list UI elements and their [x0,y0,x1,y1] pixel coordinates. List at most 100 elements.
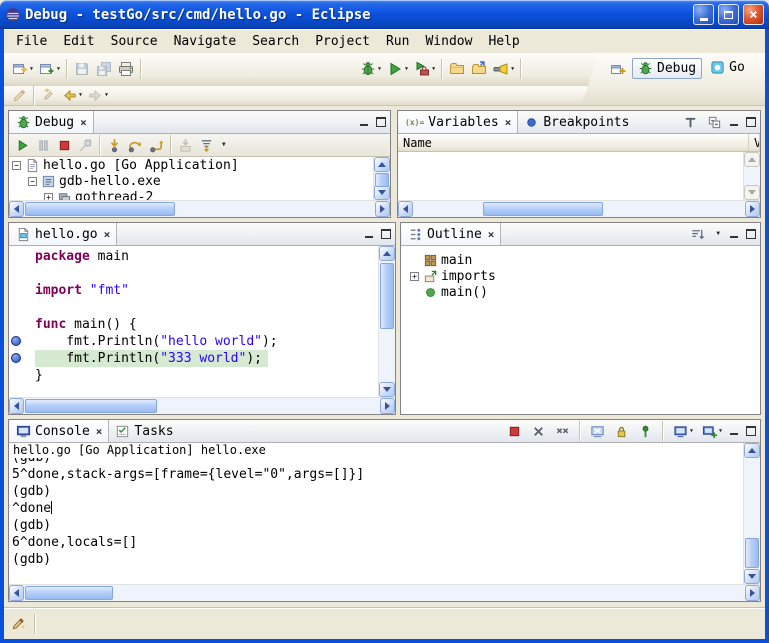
step-over-button[interactable] [125,135,146,156]
collapse-all-button[interactable] [704,112,725,133]
collapse-expander[interactable]: − [28,177,37,186]
minimize-view-button[interactable] [728,228,741,240]
annotation-ruler[interactable] [9,246,23,397]
variables-vertical-scrollbar[interactable] [743,152,760,200]
column-value[interactable]: V [749,134,760,151]
outline-tree[interactable]: main + imports main() [401,246,760,414]
dropdown-arrow-icon[interactable]: ▼ [378,67,381,72]
debug-vertical-scrollbar[interactable] [373,157,390,200]
dropdown-arrow-icon[interactable]: ▼ [719,429,722,434]
scrollbar-thumb[interactable] [375,173,389,187]
display-console-button[interactable]: ▼ [670,421,696,442]
pin-console-button[interactable] [635,421,656,442]
tree-item-launch[interactable]: − hello.go [Go Application] [9,157,373,173]
minimize-view-button[interactable] [728,425,741,437]
print-button[interactable] [115,58,137,80]
close-tab-icon[interactable]: × [104,229,111,240]
new-wizard-button[interactable]: ▼ [9,58,36,80]
new-project-button[interactable]: ▼ [36,58,63,80]
scroll-up-button[interactable] [744,152,760,167]
tab-variables[interactable]: (x)= Variables × [399,111,518,133]
scrollbar-track[interactable] [744,167,760,185]
menu-file[interactable]: File [8,32,55,51]
scroll-up-button[interactable] [744,443,760,458]
dropdown-arrow-icon[interactable]: ▼ [432,67,435,72]
mark-occurrences-button[interactable] [9,85,30,106]
menu-run[interactable]: Run [378,32,417,51]
scroll-down-button[interactable] [744,185,760,200]
titlebar[interactable]: Debug - testGo/src/cmd/hello.go - Eclips… [0,0,769,29]
scrollbar-track[interactable] [413,201,745,217]
scrollbar-track[interactable] [24,201,375,217]
scrollbar-track[interactable] [744,458,760,569]
run-button[interactable]: ▼ [384,58,411,80]
menu-navigate[interactable]: Navigate [166,32,245,51]
scrollbar-thumb[interactable] [25,202,175,216]
terminate-button[interactable] [54,135,75,156]
step-filters-button[interactable] [196,135,217,156]
maximize-view-button[interactable] [744,228,757,240]
open-resource-button[interactable] [468,58,490,80]
debug-button[interactable]: ▼ [357,58,384,80]
external-tools-button[interactable]: ▼ [411,58,438,80]
console-text-area[interactable]: (gdb) 5^done,stack-args=[frame={level="0… [9,458,743,584]
menu-search[interactable]: Search [244,32,307,51]
scrollbar-track[interactable] [24,585,745,601]
open-folder-button[interactable] [446,58,468,80]
tab-hello-go[interactable]: hello.go × [10,223,117,245]
expand-expander[interactable]: + [410,272,419,281]
step-return-button[interactable] [146,135,167,156]
scrollbar-track[interactable] [24,398,380,414]
clear-console-button[interactable] [587,421,608,442]
editor-content[interactable]: package main import "fmt" func main() { … [9,246,395,397]
debug-tree[interactable]: − hello.go [Go Application] − gdb-hello.… [9,157,373,200]
view-menu-icon[interactable]: ▼ [220,142,228,148]
menu-project[interactable]: Project [307,32,378,51]
view-menu-icon[interactable]: ▼ [714,231,722,237]
maximize-view-button[interactable] [744,116,757,128]
variables-horizontal-scrollbar[interactable] [398,200,760,217]
perspective-go-button[interactable]: Go [705,58,750,77]
outline-item-main-func[interactable]: main() [401,284,760,300]
close-tab-icon[interactable]: × [488,229,495,240]
scroll-right-button[interactable] [745,585,760,601]
scroll-down-button[interactable] [744,569,760,584]
scrollbar-thumb[interactable] [25,586,113,600]
maximize-view-button[interactable] [744,425,757,437]
maximize-view-button[interactable] [379,228,392,240]
dropdown-arrow-icon[interactable]: ▼ [405,67,408,72]
scroll-left-button[interactable] [398,201,413,217]
scroll-down-button[interactable] [379,382,395,397]
scroll-up-button[interactable] [374,157,390,172]
column-name[interactable]: Name [398,134,749,151]
instruction-pointer-icon[interactable] [11,353,21,363]
scrollbar-thumb[interactable] [25,399,157,413]
debug-horizontal-scrollbar[interactable] [9,200,390,217]
minimize-view-button[interactable] [363,228,376,240]
scroll-right-button[interactable] [375,201,390,217]
close-tab-icon[interactable]: × [505,117,512,128]
scrollbar-thumb[interactable] [380,263,394,329]
minimize-view-button[interactable] [728,116,741,128]
console-terminate-button[interactable] [504,421,525,442]
window-minimize-button[interactable] [693,4,714,25]
drop-to-frame-button[interactable] [175,135,196,156]
open-perspective-button[interactable] [607,58,629,80]
dropdown-arrow-icon[interactable]: ▼ [690,429,693,434]
dropdown-arrow-icon[interactable]: ▼ [57,67,60,72]
expand-expander[interactable]: + [44,193,53,201]
remove-launch-button[interactable] [528,421,549,442]
scroll-right-button[interactable] [380,398,395,414]
debug-view-menu-button[interactable]: ▼ [217,139,231,151]
show-type-names-button[interactable] [680,112,701,133]
scroll-right-button[interactable] [745,201,760,217]
scroll-down-button[interactable] [374,185,390,200]
save-button[interactable] [71,58,93,80]
scrollbar-track[interactable] [374,172,390,185]
tab-tasks[interactable]: Tasks [109,420,179,442]
scroll-up-button[interactable] [379,246,395,261]
tree-item-thread[interactable]: + gothread-2 [9,189,373,200]
scrollbar-track[interactable] [379,261,395,382]
window-maximize-button[interactable] [718,4,739,25]
tab-console[interactable]: Console × [10,420,109,442]
